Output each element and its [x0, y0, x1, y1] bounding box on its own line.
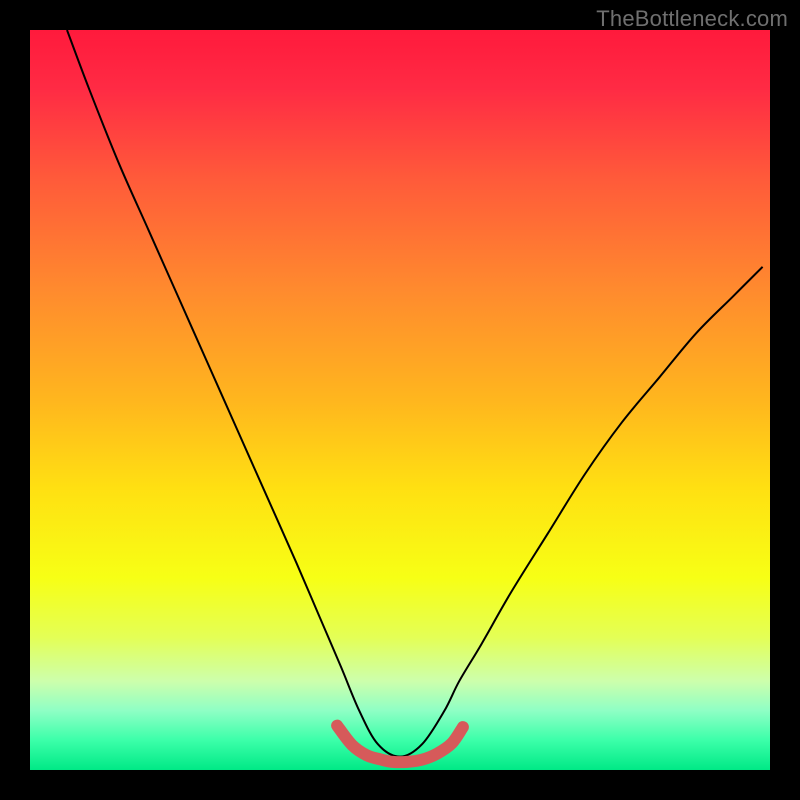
- plot-area: [30, 30, 770, 770]
- watermark-text: TheBottleneck.com: [596, 6, 788, 32]
- gradient-background: [30, 30, 770, 770]
- chart-frame: TheBottleneck.com: [0, 0, 800, 800]
- chart-svg: [30, 30, 770, 770]
